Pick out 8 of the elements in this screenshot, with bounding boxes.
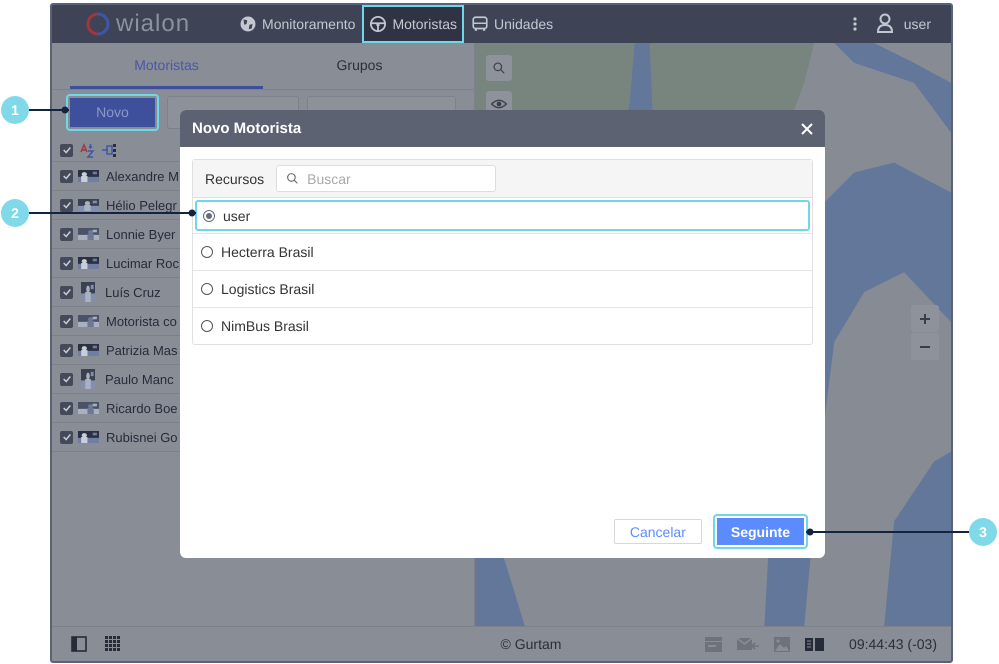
step-badge: 2 bbox=[1, 199, 29, 227]
clock-time: 09:44:43 (-03) bbox=[849, 636, 937, 652]
copyright: © Gurtam bbox=[500, 636, 562, 652]
logo-text: wialon bbox=[116, 10, 190, 38]
step-badge: 3 bbox=[969, 518, 997, 546]
step-badge: 1 bbox=[1, 96, 29, 124]
dialog-title: Novo Motorista bbox=[192, 120, 302, 137]
resources-label: Recursos bbox=[205, 170, 264, 186]
